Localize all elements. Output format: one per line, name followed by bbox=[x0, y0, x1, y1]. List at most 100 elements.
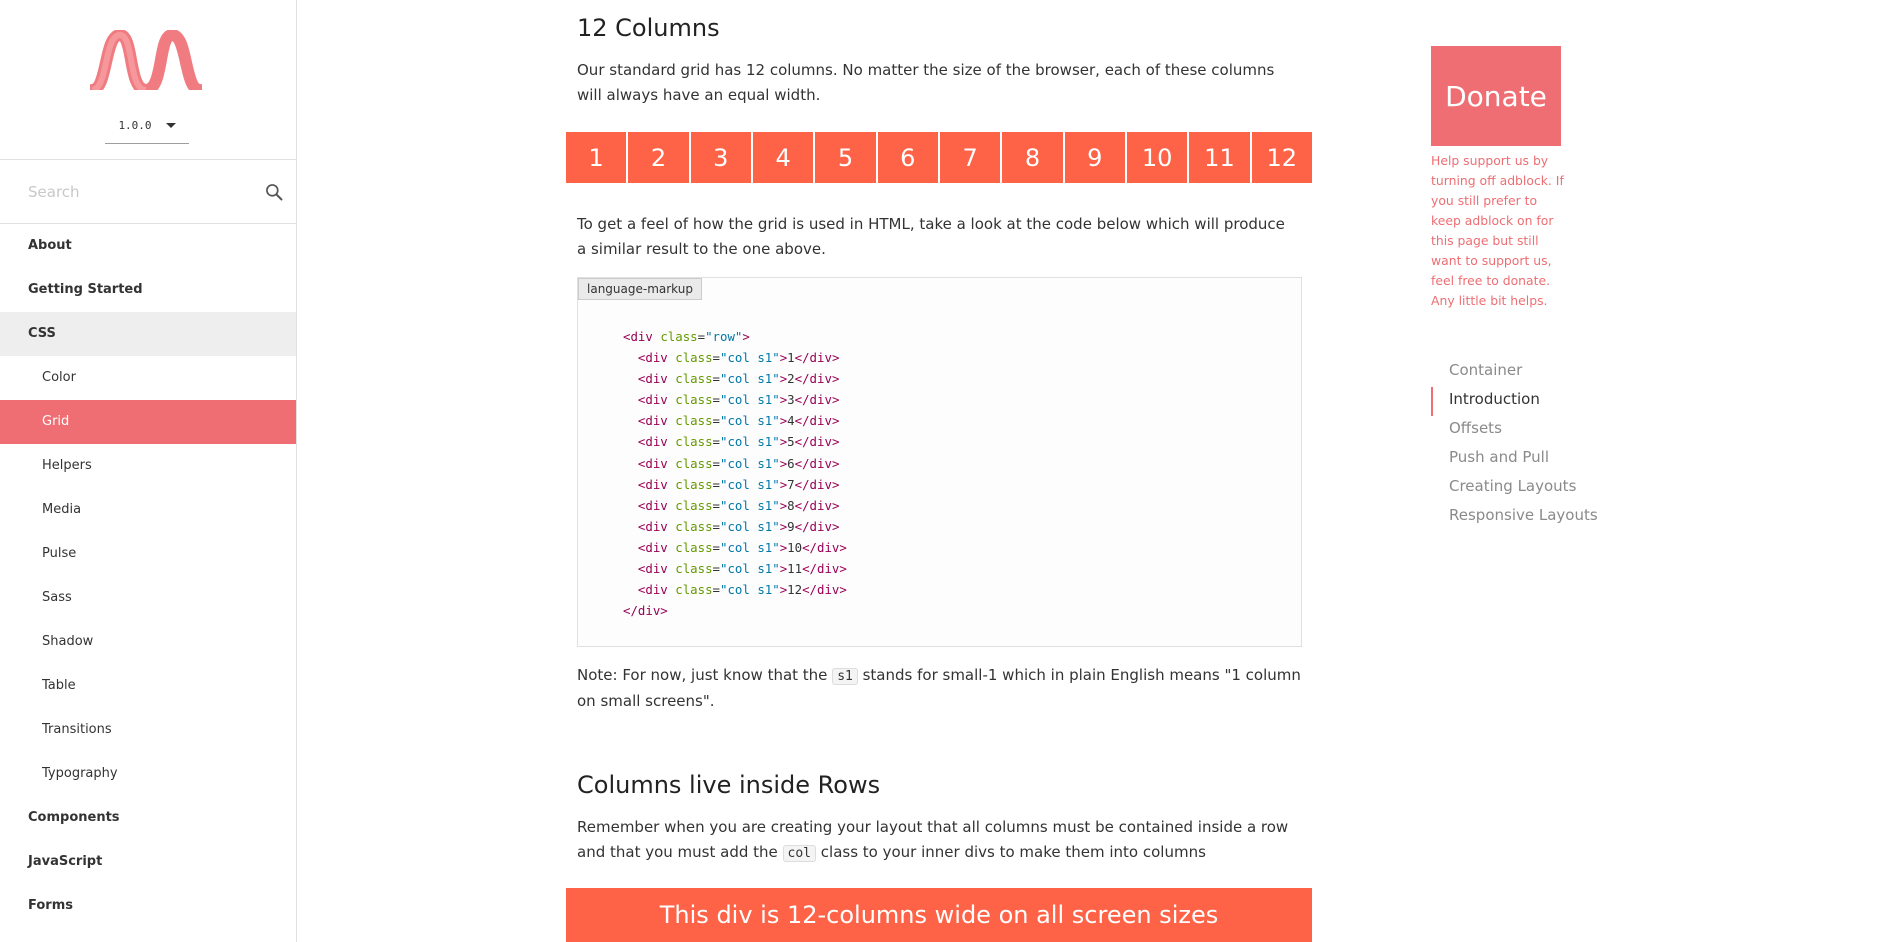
sidebar-item-helpers[interactable]: Helpers bbox=[0, 444, 296, 488]
sidebar-item-css[interactable]: CSS bbox=[0, 312, 296, 356]
code-token: "col s1" bbox=[720, 413, 780, 429]
donate-button[interactable]: Donate bbox=[1431, 46, 1561, 146]
code-token: 7 bbox=[787, 476, 795, 492]
sidebar-item-sass[interactable]: Sass bbox=[0, 576, 296, 620]
code-line: <div class="col s1">10</div> bbox=[623, 540, 847, 555]
code-token: 9 bbox=[787, 518, 795, 534]
grid-cell: 3 bbox=[690, 132, 751, 183]
materialize-logo[interactable] bbox=[90, 30, 202, 90]
code-token: <div bbox=[637, 539, 668, 555]
code-token: <div bbox=[637, 413, 668, 429]
code-language-label: language-markup bbox=[578, 278, 702, 300]
search-input[interactable] bbox=[28, 160, 248, 224]
code-token: 5 bbox=[787, 434, 795, 450]
code-token: "col s1" bbox=[720, 371, 780, 387]
code-token: <div bbox=[637, 350, 668, 366]
code-line: <div class="col s1">9</div> bbox=[623, 519, 839, 534]
sidebar-item-media[interactable]: Media bbox=[0, 488, 296, 532]
grid-cell: 4 bbox=[752, 132, 814, 183]
sidebar-item-about[interactable]: About bbox=[0, 224, 296, 268]
code-token: "col s1" bbox=[720, 455, 780, 471]
code-line: <div class="col s1">12</div> bbox=[623, 582, 847, 597]
code-token: class bbox=[675, 434, 713, 450]
code-line: <div class="col s1">2</div> bbox=[623, 371, 839, 386]
toc-item-container[interactable]: Container bbox=[1431, 358, 1598, 387]
code-token: 4 bbox=[787, 413, 795, 429]
rows-paragraph: Remember when you are creating your layo… bbox=[577, 815, 1307, 866]
code-token: "col s1" bbox=[720, 392, 780, 408]
code-lines: <div class="col s1">1</div> <div class="… bbox=[623, 350, 847, 597]
code-token: "col s1" bbox=[720, 561, 780, 577]
code-token: "col s1" bbox=[720, 476, 780, 492]
toc-item-introduction[interactable]: Introduction bbox=[1431, 387, 1598, 416]
version-select[interactable]: 1.0.0 bbox=[105, 108, 189, 144]
code-token: = bbox=[712, 392, 721, 408]
code-token: </div> bbox=[794, 413, 840, 429]
code-line: <div class="col s1">8</div> bbox=[623, 498, 839, 513]
sidebar-item-color[interactable]: Color bbox=[0, 356, 296, 400]
code-token: "col s1" bbox=[720, 434, 780, 450]
code-token: class bbox=[675, 476, 713, 492]
grid-demo-row: 1 2 3 4 5 6 7 8 9 10 11 12 bbox=[566, 132, 1312, 183]
code-token: = bbox=[712, 434, 721, 450]
grid-cell: 9 bbox=[1064, 132, 1125, 183]
sidebar-item-transitions[interactable]: Transitions bbox=[0, 708, 296, 752]
donate-message: Help support us by turning off adblock. … bbox=[1431, 153, 1564, 308]
code-token: </div> bbox=[623, 603, 668, 619]
grid-cell: 8 bbox=[1002, 132, 1063, 183]
sidebar-item-table[interactable]: Table bbox=[0, 664, 296, 708]
code-token: > bbox=[742, 329, 750, 344]
code-line: <div class="row"> bbox=[623, 329, 750, 344]
note-paragraph: Note: For now, just know that the s1 sta… bbox=[577, 663, 1307, 714]
code-line: <div class="col s1">11</div> bbox=[623, 561, 847, 576]
toc-item-creating-layouts[interactable]: Creating Layouts bbox=[1431, 474, 1598, 503]
full-width-demo: This div is 12-columns wide on all scree… bbox=[566, 888, 1312, 942]
code-token: class bbox=[675, 518, 713, 534]
sidebar-item-typography[interactable]: Typography bbox=[0, 752, 296, 796]
code-token: <div bbox=[637, 392, 668, 408]
sidebar-item-grid[interactable]: Grid bbox=[0, 400, 296, 444]
code-token: <div bbox=[637, 455, 668, 471]
grid-cell: 5 bbox=[815, 132, 876, 183]
sidebar-item-javascript[interactable]: JavaScript bbox=[0, 840, 296, 884]
grid-cell: 6 bbox=[877, 132, 938, 183]
sidebar-item-shadow[interactable]: Shadow bbox=[0, 620, 296, 664]
code-line: <div class="col s1">1</div> bbox=[623, 350, 839, 365]
code-token: <div bbox=[637, 561, 668, 577]
code-line: <div class="col s1">5</div> bbox=[623, 434, 839, 449]
code-token: </div> bbox=[794, 434, 840, 450]
toc-item-offsets[interactable]: Offsets bbox=[1431, 416, 1598, 445]
code-token: = bbox=[712, 497, 721, 513]
code-token: "row" bbox=[705, 329, 743, 344]
code-token: </div> bbox=[794, 497, 840, 513]
code-token: <div bbox=[637, 582, 668, 598]
code-token: </div> bbox=[794, 350, 840, 366]
logo-area: 1.0.0 bbox=[0, 0, 296, 160]
toc-item-push-and-pull[interactable]: Push and Pull bbox=[1431, 445, 1598, 474]
code-token: </div> bbox=[794, 392, 840, 408]
code-token: <div bbox=[637, 476, 668, 492]
sidebar-item-forms[interactable]: Forms bbox=[0, 884, 296, 928]
code-token: = bbox=[697, 329, 706, 344]
table-of-contents: Container Introduction Offsets Push and … bbox=[1431, 358, 1598, 532]
code-token: = bbox=[712, 582, 721, 598]
sidebar-item-pulse[interactable]: Pulse bbox=[0, 532, 296, 576]
code-block[interactable]: language-markup <div class="row"> <div c… bbox=[577, 277, 1302, 647]
code-token: </div> bbox=[802, 539, 847, 555]
grid-cell: 7 bbox=[939, 132, 1001, 183]
code-token: "col s1" bbox=[720, 539, 780, 555]
code-token: 1 bbox=[787, 350, 795, 366]
sidebar-item-getting-started[interactable]: Getting Started bbox=[0, 268, 296, 312]
code-token: <div bbox=[637, 518, 668, 534]
sidebar-item-components[interactable]: Components bbox=[0, 796, 296, 840]
search-icon[interactable] bbox=[264, 182, 284, 202]
code-token: </div> bbox=[802, 582, 847, 598]
toc-item-responsive-layouts[interactable]: Responsive Layouts bbox=[1431, 503, 1598, 532]
